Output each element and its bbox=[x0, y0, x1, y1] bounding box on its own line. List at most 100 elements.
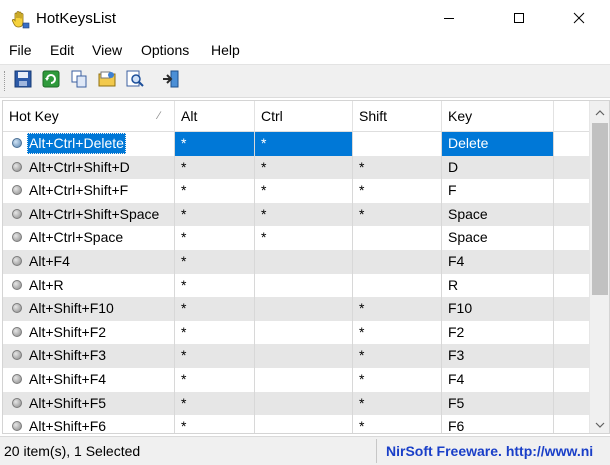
cell-shift: * bbox=[353, 202, 442, 227]
hot-key-label: Alt+R bbox=[29, 276, 64, 293]
table-row[interactable]: Alt+Ctrl+Space * * Space bbox=[3, 226, 589, 250]
column-header-key[interactable]: Key bbox=[442, 101, 554, 131]
column-header-ctrl[interactable]: Ctrl bbox=[255, 101, 353, 131]
table-row[interactable]: Alt+Ctrl+Shift+F * * * F bbox=[3, 179, 589, 203]
menu-options[interactable]: Options bbox=[141, 42, 189, 58]
minimize-icon bbox=[443, 11, 455, 27]
cell-ctrl: * bbox=[255, 226, 353, 250]
status-item-count: 20 item(s), 1 Selected bbox=[4, 443, 141, 459]
hot-key-label: Alt+Shift+F4 bbox=[29, 371, 107, 387]
copy-icon bbox=[70, 70, 88, 91]
scroll-up-button[interactable] bbox=[590, 101, 609, 121]
close-icon bbox=[573, 11, 585, 27]
column-header-alt[interactable]: Alt bbox=[175, 101, 255, 131]
save-button[interactable] bbox=[12, 69, 34, 91]
row-bullet-icon bbox=[12, 397, 22, 408]
cell-hot-key: Alt+Ctrl+Delete bbox=[3, 132, 175, 156]
cell-hot-key: Alt+Shift+F10 bbox=[3, 297, 175, 321]
status-separator bbox=[376, 439, 377, 463]
hot-key-label: Alt+Ctrl+Shift+Space bbox=[29, 205, 160, 222]
find-button[interactable] bbox=[124, 69, 146, 91]
table-row[interactable]: Alt+R * R bbox=[3, 273, 589, 298]
table-row[interactable]: Alt+Ctrl+Shift+Space * * * Space bbox=[3, 202, 589, 227]
nirsoft-link[interactable]: NirSoft Freeware. http://www.ni bbox=[386, 443, 593, 459]
vertical-scrollbar[interactable] bbox=[589, 101, 609, 433]
minimize-button[interactable] bbox=[426, 0, 472, 38]
toolbar-grip bbox=[4, 71, 8, 91]
cell-alt: * bbox=[175, 250, 255, 274]
hot-key-label: Alt+Ctrl+Shift+F bbox=[29, 182, 129, 199]
cell-hot-key: Alt+Shift+F5 bbox=[3, 391, 175, 416]
hot-key-label: Alt+Ctrl+Delete bbox=[27, 133, 126, 154]
table-row[interactable]: Alt+Shift+F5 * * F5 bbox=[3, 391, 589, 416]
refresh-icon bbox=[42, 70, 60, 91]
save-icon bbox=[14, 70, 32, 91]
row-bullet-icon bbox=[12, 232, 22, 243]
menu-edit[interactable]: Edit bbox=[50, 42, 74, 58]
cell-key: F4 bbox=[442, 368, 554, 392]
cell-hot-key: Alt+Shift+F3 bbox=[3, 344, 175, 368]
cell-hot-key: Alt+Ctrl+Space bbox=[3, 226, 175, 250]
menu-help[interactable]: Help bbox=[211, 42, 240, 58]
cell-ctrl: * bbox=[255, 155, 353, 180]
cell-alt: * bbox=[175, 391, 255, 416]
cell-hot-key: Alt+R bbox=[3, 273, 175, 298]
cell-shift: * bbox=[353, 179, 442, 203]
table-row[interactable]: Alt+Ctrl+Delete * * Delete bbox=[3, 132, 589, 156]
hot-key-label: Alt+Ctrl+Shift+D bbox=[29, 158, 130, 175]
table-row[interactable]: Alt+F4 * F4 bbox=[3, 250, 589, 274]
row-bullet-icon bbox=[12, 161, 22, 172]
cell-ctrl bbox=[255, 344, 353, 368]
cell-alt: * bbox=[175, 415, 255, 433]
cell-shift bbox=[353, 226, 442, 250]
cell-shift bbox=[353, 132, 442, 156]
cell-key: F2 bbox=[442, 320, 554, 345]
exit-button[interactable] bbox=[160, 69, 182, 91]
refresh-button[interactable] bbox=[40, 69, 62, 91]
table-row[interactable]: Alt+Ctrl+Shift+D * * * D bbox=[3, 155, 589, 180]
table-row[interactable]: Alt+Shift+F6 * * F6 bbox=[3, 415, 589, 433]
menu-file[interactable]: File bbox=[9, 42, 32, 58]
table-row[interactable]: Alt+Shift+F10 * * F10 bbox=[3, 297, 589, 321]
maximize-button[interactable] bbox=[496, 0, 542, 38]
cell-hot-key: Alt+Ctrl+Shift+Space bbox=[3, 202, 175, 227]
cell-key: F bbox=[442, 179, 554, 203]
html-report-icon bbox=[98, 70, 116, 91]
cell-key: Delete bbox=[442, 132, 554, 156]
row-bullet-icon bbox=[12, 256, 22, 266]
cell-key: D bbox=[442, 155, 554, 180]
html-report-button[interactable] bbox=[96, 69, 118, 91]
hotkeys-list[interactable]: Hot Key ∕ Alt Ctrl Shift Key Alt+Ctrl+De… bbox=[2, 100, 610, 434]
hot-key-label: Alt+Shift+F6 bbox=[29, 418, 107, 433]
cell-key: R bbox=[442, 273, 554, 298]
table-row[interactable]: Alt+Shift+F3 * * F3 bbox=[3, 344, 589, 368]
hot-key-label: Alt+F4 bbox=[29, 253, 70, 269]
scroll-down-button[interactable] bbox=[590, 413, 609, 433]
title-bar: HotKeysList bbox=[0, 0, 610, 38]
cell-alt: * bbox=[175, 155, 255, 180]
row-bullet-icon bbox=[12, 208, 22, 219]
row-bullet-icon bbox=[12, 374, 22, 384]
menu-view[interactable]: View bbox=[92, 42, 122, 58]
close-button[interactable] bbox=[556, 0, 602, 38]
find-icon bbox=[126, 70, 144, 91]
cell-key: F6 bbox=[442, 415, 554, 433]
table-row[interactable]: Alt+Shift+F2 * * F2 bbox=[3, 320, 589, 345]
cell-shift: * bbox=[353, 297, 442, 321]
cell-ctrl bbox=[255, 415, 353, 433]
row-bullet-icon bbox=[12, 279, 22, 290]
table-row[interactable]: Alt+Shift+F4 * * F4 bbox=[3, 368, 589, 392]
chevron-down-icon bbox=[595, 415, 605, 431]
copy-button[interactable] bbox=[68, 69, 90, 91]
row-bullet-icon bbox=[12, 421, 22, 432]
cell-alt: * bbox=[175, 297, 255, 321]
exit-icon bbox=[162, 70, 180, 91]
scrollbar-thumb[interactable] bbox=[592, 123, 608, 295]
cell-key: Space bbox=[442, 226, 554, 250]
cell-shift: * bbox=[353, 320, 442, 345]
cell-hot-key: Alt+Ctrl+Shift+F bbox=[3, 179, 175, 203]
column-header-hot-key[interactable]: Hot Key ∕ bbox=[3, 101, 175, 131]
row-bullet-icon bbox=[12, 138, 22, 148]
column-header-shift[interactable]: Shift bbox=[353, 101, 442, 131]
chevron-up-icon bbox=[595, 103, 605, 119]
